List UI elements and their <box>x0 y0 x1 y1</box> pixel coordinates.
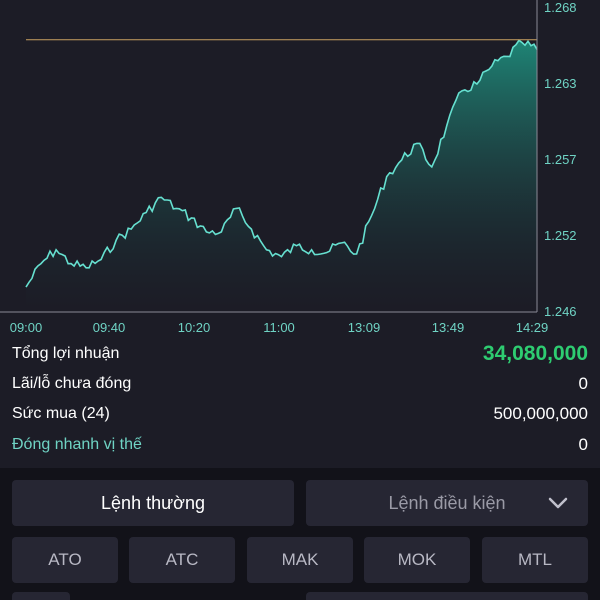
order-type-ato-button[interactable]: ATO <box>12 537 118 583</box>
order-type-label: MAK <box>281 550 319 569</box>
total-profit-row: Tổng lợi nhuận 34,080,000 <box>12 340 588 368</box>
account-summary: Tổng lợi nhuận 34,080,000 Lãi/lỗ chưa đó… <box>0 340 600 470</box>
x-tick-label: 13:09 <box>347 320 381 335</box>
order-type-mok-button[interactable]: MOK <box>364 537 470 583</box>
price-chart[interactable]: 1.268 1.263 1.257 1.252 1.246 09:00 09:4… <box>0 0 600 340</box>
buying-power-label: Sức mua (24) <box>12 405 110 422</box>
x-tick-label: 09:40 <box>92 320 126 335</box>
price-area-fill <box>26 40 537 313</box>
normal-order-button[interactable]: Lệnh thường <box>12 480 294 526</box>
quick-close-row[interactable]: Đóng nhanh vị thế 0 <box>12 431 588 459</box>
order-panel: Lệnh thường Lệnh điều kiện ATO ATC MAK M… <box>0 468 600 600</box>
order-type-label: ATO <box>48 550 82 569</box>
partial-button <box>12 592 70 600</box>
buying-power-row: Sức mua (24) 500,000,000 <box>12 400 588 428</box>
conditional-order-label: Lệnh điều kiện <box>388 492 506 513</box>
y-tick-label: 1.268 <box>544 0 577 15</box>
partial-button <box>306 592 588 600</box>
y-tick-label: 1.263 <box>544 76 577 91</box>
x-tick-label: 10:20 <box>177 320 211 335</box>
unrealized-pl-value: 0 <box>578 374 588 393</box>
order-type-label: MOK <box>397 550 437 569</box>
x-tick-label: 13:49 <box>431 320 465 335</box>
quick-close-value: 0 <box>578 435 588 454</box>
order-type-atc-button[interactable]: ATC <box>129 537 235 583</box>
order-type-mak-button[interactable]: MAK <box>247 537 353 583</box>
y-tick-label: 1.246 <box>544 304 577 319</box>
normal-order-label: Lệnh thường <box>101 492 205 513</box>
chevron-down-icon <box>548 497 568 509</box>
x-tick-label: 11:00 <box>263 320 295 335</box>
x-tick-label: 14:29 <box>515 320 549 335</box>
unrealized-pl-label: Lãi/lỗ chưa đóng <box>12 375 132 392</box>
order-type-label: ATC <box>165 550 199 569</box>
x-tick-label: 09:00 <box>9 320 43 335</box>
total-profit-label: Tổng lợi nhuận <box>12 345 120 362</box>
order-type-mtl-button[interactable]: MTL <box>482 537 588 583</box>
y-tick-label: 1.257 <box>544 152 577 167</box>
unrealized-pl-row: Lãi/lỗ chưa đóng 0 <box>12 370 588 398</box>
buying-power-value: 500,000,000 <box>493 404 588 423</box>
y-tick-label: 1.252 <box>544 228 577 243</box>
conditional-order-dropdown[interactable]: Lệnh điều kiện <box>306 480 588 526</box>
total-profit-value: 34,080,000 <box>482 342 588 365</box>
order-type-label: MTL <box>518 550 552 569</box>
chart-svg <box>0 0 538 313</box>
quick-close-link[interactable]: Đóng nhanh vị thế <box>12 436 142 454</box>
